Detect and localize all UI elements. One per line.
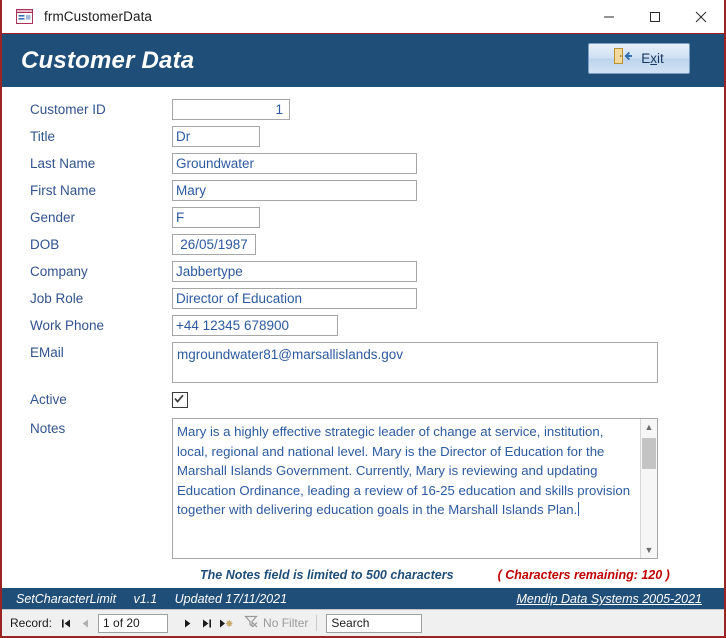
field-row-last-name: Last Name Groundwater bbox=[2, 153, 724, 180]
go-next-icon[interactable] bbox=[178, 613, 197, 633]
minimize-button[interactable] bbox=[586, 0, 632, 33]
notes-text-value: Mary is a highly effective strategic lea… bbox=[177, 424, 631, 518]
go-first-icon[interactable] bbox=[57, 613, 76, 633]
close-button[interactable] bbox=[678, 0, 724, 33]
scroll-up-icon[interactable]: ▲ bbox=[641, 419, 657, 435]
filter-label: No Filter bbox=[263, 616, 309, 630]
label-gender: Gender bbox=[30, 210, 76, 225]
window-title: frmCustomerData bbox=[44, 9, 153, 24]
filter-status[interactable]: No Filter bbox=[244, 615, 318, 631]
label-last-name: Last Name bbox=[30, 156, 96, 171]
go-previous-icon[interactable] bbox=[76, 613, 95, 633]
page-title: Customer Data bbox=[21, 46, 195, 74]
form-header: Customer Data Exit bbox=[2, 34, 724, 87]
label-dob: DOB bbox=[30, 237, 60, 252]
label-notes: Notes bbox=[30, 421, 66, 436]
field-row-first-name: First Name Mary bbox=[2, 180, 724, 207]
statusbar-updated: Updated 17/11/2021 bbox=[174, 592, 288, 606]
maximize-button[interactable] bbox=[632, 0, 678, 33]
input-last-name[interactable]: Groundwater bbox=[172, 153, 417, 174]
field-row-job-role: Job Role Director of Education bbox=[2, 288, 724, 315]
search-input[interactable]: Search bbox=[326, 613, 423, 633]
statusbar-app-name: SetCharacterLimit bbox=[16, 592, 117, 606]
new-record-icon[interactable] bbox=[216, 613, 235, 633]
access-form-icon bbox=[16, 9, 33, 24]
label-first-name: First Name bbox=[30, 183, 97, 198]
field-row-gender: Gender F bbox=[2, 207, 724, 234]
field-row-company: Company Jabbertype bbox=[2, 261, 724, 288]
statusbar-version: v1.1 bbox=[133, 592, 158, 606]
scrollbar-thumb[interactable] bbox=[642, 438, 656, 469]
input-work-phone[interactable]: +44 12345 678900 bbox=[172, 315, 338, 336]
notes-limit-row: The Notes field is limited to 500 charac… bbox=[2, 568, 724, 582]
scroll-down-icon[interactable]: ▼ bbox=[641, 542, 657, 558]
input-company[interactable]: Jabbertype bbox=[172, 261, 417, 282]
filter-icon bbox=[244, 615, 259, 631]
field-row-email: EMail mgroundwater81@marsallislands.gov bbox=[2, 342, 724, 389]
exit-button-label: Exit bbox=[641, 51, 664, 66]
input-title[interactable]: Dr bbox=[172, 126, 260, 147]
exit-door-icon bbox=[614, 48, 633, 69]
field-row-dob: DOB 26/05/1987 bbox=[2, 234, 724, 261]
notes-textarea-container: Mary is a highly effective strategic lea… bbox=[172, 418, 658, 559]
exit-button[interactable]: Exit bbox=[588, 43, 690, 74]
notes-limit-message: The Notes field is limited to 500 charac… bbox=[200, 568, 454, 582]
label-title: Title bbox=[30, 129, 56, 144]
input-customer-id[interactable]: 1 bbox=[172, 99, 290, 120]
checkbox-active[interactable] bbox=[172, 392, 188, 408]
label-work-phone: Work Phone bbox=[30, 318, 105, 333]
form-body: Customer ID 1 Title Dr Last Name Groundw… bbox=[2, 87, 724, 582]
characters-remaining-message: ( Characters remaining: 120 ) bbox=[497, 568, 670, 582]
check-icon bbox=[174, 394, 184, 403]
field-row-work-phone: Work Phone +44 12345 678900 bbox=[2, 315, 724, 342]
record-label: Record: bbox=[10, 616, 53, 630]
record-position-input[interactable]: 1 of 20 bbox=[98, 613, 169, 633]
label-active: Active bbox=[30, 392, 67, 407]
label-job-role: Job Role bbox=[30, 291, 84, 306]
input-notes[interactable]: Mary is a highly effective strategic lea… bbox=[173, 419, 640, 558]
notes-scrollbar[interactable]: ▲ ▼ bbox=[640, 419, 657, 558]
field-row-notes: Notes Mary is a highly effective strateg… bbox=[2, 418, 724, 559]
field-row-customer-id: Customer ID 1 bbox=[2, 99, 724, 126]
label-customer-id: Customer ID bbox=[30, 102, 106, 117]
label-company: Company bbox=[30, 264, 88, 279]
record-navigator: Record: 1 of 20 No Filter Search bbox=[2, 609, 724, 636]
input-first-name[interactable]: Mary bbox=[172, 180, 417, 201]
text-caret bbox=[578, 502, 580, 517]
label-email: EMail bbox=[30, 345, 64, 360]
statusbar-link[interactable]: Mendip Data Systems 2005-2021 bbox=[516, 592, 702, 606]
input-job-role[interactable]: Director of Education bbox=[172, 288, 417, 309]
input-gender[interactable]: F bbox=[172, 207, 260, 228]
form-statusbar: SetCharacterLimit v1.1 Updated 17/11/202… bbox=[2, 588, 724, 610]
window-controls bbox=[586, 0, 724, 33]
access-form-window: frmCustomerData Customer Data Exit Custo… bbox=[0, 0, 726, 638]
go-last-icon[interactable] bbox=[197, 613, 216, 633]
statusbar-info: SetCharacterLimit v1.1 Updated 17/11/202… bbox=[16, 592, 301, 606]
input-dob[interactable]: 26/05/1987 bbox=[172, 234, 256, 255]
field-row-title: Title Dr bbox=[2, 126, 724, 153]
window-titlebar: frmCustomerData bbox=[2, 0, 724, 34]
input-email[interactable]: mgroundwater81@marsallislands.gov bbox=[172, 342, 658, 383]
field-row-active: Active bbox=[2, 389, 724, 418]
